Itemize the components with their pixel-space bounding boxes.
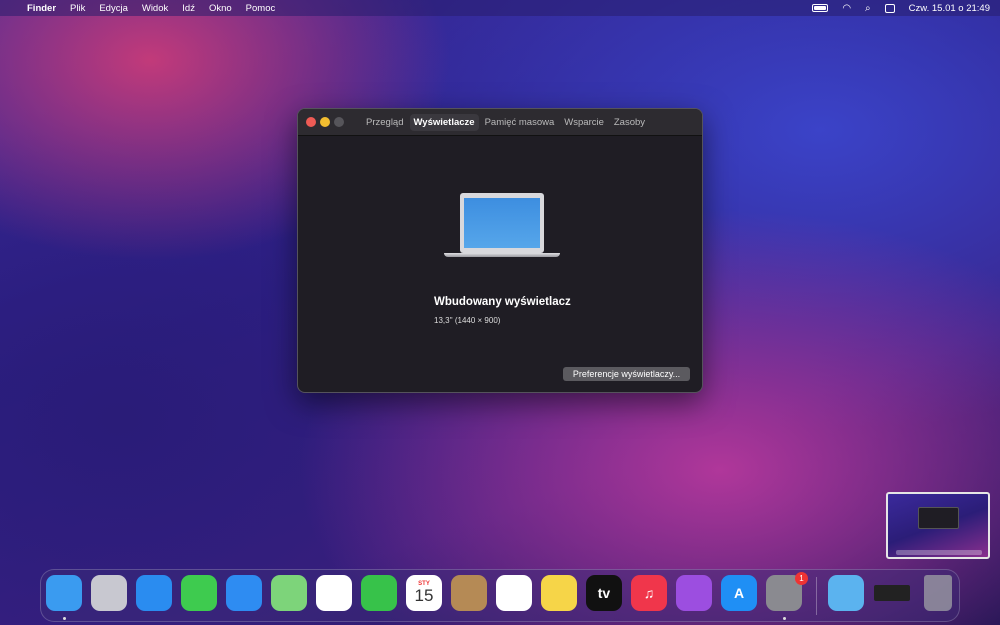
search-icon[interactable]: ⌕ (865, 3, 871, 14)
dock-notes-icon[interactable] (541, 575, 577, 611)
dock-system-info-window-icon[interactable] (874, 585, 910, 601)
dock-calendar-icon[interactable]: STY 15 (406, 575, 442, 611)
dock-reminders-icon[interactable] (496, 575, 532, 611)
system-info-window: Przegląd Wyświetlacze Pamięć masowa Wspa… (297, 108, 703, 393)
dock-launchpad-icon[interactable] (91, 575, 127, 611)
menu-pomoc[interactable]: Pomoc (239, 3, 283, 14)
control-center-icon[interactable] (884, 3, 895, 13)
dock-maps-icon[interactable] (271, 575, 307, 611)
menu-plik[interactable]: Plik (63, 3, 92, 14)
dock-facetime-icon[interactable] (361, 575, 397, 611)
dock-photos-icon[interactable] (316, 575, 352, 611)
dock-contacts-icon[interactable] (451, 575, 487, 611)
menu-okno[interactable]: Okno (202, 3, 239, 14)
running-indicator (783, 617, 786, 620)
dock-music-icon[interactable]: ♫ (631, 575, 667, 611)
running-indicator (63, 617, 66, 620)
dock-tv-icon[interactable]: tv (586, 575, 622, 611)
calendar-day: 15 (414, 586, 434, 605)
dock-app-store-icon[interactable]: A (721, 575, 757, 611)
dock-icon-label: tv (597, 585, 611, 601)
minimize-button[interactable] (320, 117, 330, 127)
tab-wyswietlacze[interactable]: Wyświetlacze (409, 114, 479, 131)
tab-zasoby[interactable]: Zasoby (610, 114, 649, 131)
display-spec: 13,3'' (1440 × 900) (434, 316, 501, 325)
menu-app-finder[interactable]: Finder (20, 3, 63, 14)
menu-bar: Finder Plik Edycja Widok Idź Okno Pomoc … (0, 0, 1000, 16)
display-preferences-button[interactable]: Preferencje wyświetlaczy... (563, 367, 690, 381)
notification-badge: 1 (795, 572, 808, 585)
dock-system-preferences-icon[interactable]: 1 (766, 572, 808, 611)
dock-trash-icon[interactable] (924, 575, 952, 611)
dock: STY 15 tv ♫ A 1 (40, 569, 960, 622)
dock-finder-icon[interactable] (46, 575, 82, 611)
dock-mail-icon[interactable] (226, 575, 262, 611)
dock-messages-icon[interactable] (181, 575, 217, 611)
tab-przeglad[interactable]: Przegląd (362, 114, 408, 131)
menu-widok[interactable]: Widok (135, 3, 175, 14)
dock-separator (816, 577, 817, 615)
wifi-icon[interactable]: ◠ (842, 3, 851, 14)
zoom-button[interactable] (334, 117, 344, 127)
screenshot-thumbnail[interactable] (886, 492, 990, 559)
title-bar[interactable]: Przegląd Wyświetlacze Pamięć masowa Wspa… (298, 109, 702, 136)
menu-edycja[interactable]: Edycja (92, 3, 135, 14)
battery-icon[interactable] (812, 4, 829, 12)
display-name: Wbudowany wyświetlacz (434, 296, 571, 308)
dock-icon-label: ♫ (643, 585, 655, 601)
dock-downloads-icon[interactable] (828, 575, 864, 611)
dock-safari-icon[interactable] (136, 575, 172, 611)
tab-bar: Przegląd Wyświetlacze Pamięć masowa Wspa… (362, 114, 649, 131)
close-button[interactable] (306, 117, 316, 127)
clock[interactable]: Czw. 15.01 o 21:49 (909, 3, 990, 14)
tab-pamiec-masowa[interactable]: Pamięć masowa (481, 114, 559, 131)
tab-wsparcie[interactable]: Wsparcie (560, 114, 608, 131)
dock-podcasts-icon[interactable] (676, 575, 712, 611)
menu-idz[interactable]: Idź (175, 3, 202, 14)
dock-icon-label: A (733, 585, 745, 601)
